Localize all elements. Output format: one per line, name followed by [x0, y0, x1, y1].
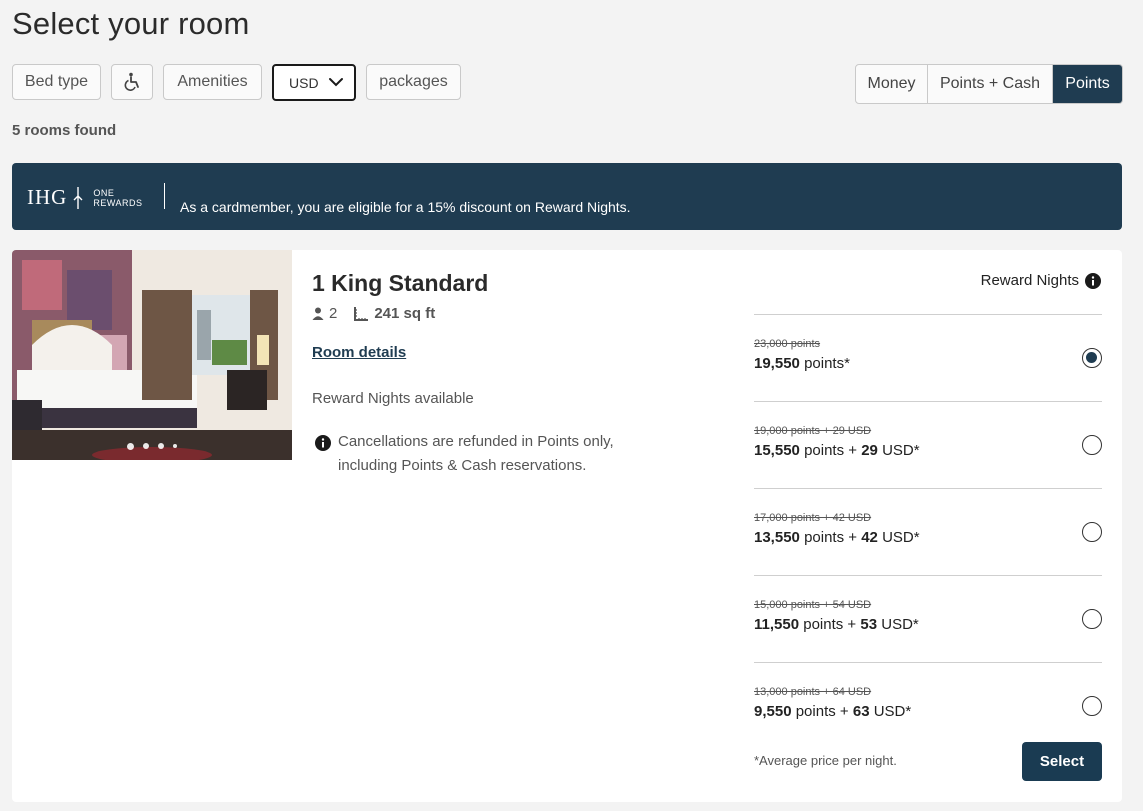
mode-points-cash-button[interactable]: Points + Cash: [928, 65, 1053, 103]
currency-value: USD: [289, 74, 319, 91]
select-button[interactable]: Select: [1022, 742, 1102, 781]
currency-select[interactable]: USD: [272, 64, 356, 101]
rate-radio[interactable]: [1082, 522, 1102, 542]
rate-radio[interactable]: [1082, 348, 1102, 368]
gallery-dots: [12, 443, 292, 450]
discounted-price: 13,550 points + 42 USD*: [754, 529, 920, 546]
availability-text: Reward Nights available: [312, 390, 474, 407]
logo-mark-icon: [73, 186, 83, 209]
amenities-filter[interactable]: Amenities: [163, 64, 262, 100]
room-photo-image: [12, 250, 292, 460]
original-price: 13,000 points + 64 USD: [754, 686, 872, 698]
rate-radio[interactable]: [1082, 696, 1102, 716]
cancellation-note: Cancellations are refunded in Points onl…: [315, 430, 675, 478]
rate-option[interactable]: 15,000 points + 54 USD 11,550 points + 5…: [754, 575, 1102, 662]
rate-radio[interactable]: [1082, 609, 1102, 629]
original-price: 15,000 points + 54 USD: [754, 599, 872, 611]
average-price-note: *Average price per night.: [754, 753, 897, 768]
reward-nights-header: Reward Nights: [981, 272, 1101, 289]
original-price: 19,000 points + 29 USD: [754, 425, 872, 437]
gallery-dot[interactable]: [127, 443, 134, 450]
room-title: 1 King Standard: [312, 270, 489, 296]
info-icon: [315, 435, 331, 451]
amenities-label: Amenities: [177, 73, 248, 90]
room-meta: 2 241 sq ft: [312, 305, 435, 322]
ihg-rewards-logo: IHG ONE REWARDS: [27, 185, 143, 209]
rooms-found-count: 5 rooms found: [12, 122, 117, 139]
room-card: 1 King Standard 2 241 sq ft Room details…: [12, 250, 1122, 802]
person-icon: [312, 307, 324, 320]
discounted-price: 15,550 points + 29 USD*: [754, 442, 920, 459]
rate-option[interactable]: 17,000 points + 42 USD 13,550 points + 4…: [754, 488, 1102, 575]
payment-mode-toggle: Money Points + Cash Points: [855, 64, 1123, 104]
rate-option[interactable]: 13,000 points + 64 USD 9,550 points + 63…: [754, 662, 1102, 749]
original-price: 17,000 points + 42 USD: [754, 512, 872, 524]
bed-type-filter[interactable]: Bed type: [12, 64, 101, 100]
discounted-price: 11,550 points + 53 USD*: [754, 616, 919, 633]
cardmember-banner: IHG ONE REWARDS As a cardmember, you are…: [12, 163, 1122, 230]
gallery-dot[interactable]: [173, 444, 177, 448]
mode-points-button[interactable]: Points: [1053, 65, 1122, 103]
chevron-down-icon: [329, 78, 343, 87]
cancellation-text: Cancellations are refunded in Points onl…: [338, 433, 614, 474]
info-icon[interactable]: [1085, 272, 1101, 289]
room-size: 241 sq ft: [374, 305, 436, 322]
ruler-icon: [354, 307, 369, 321]
rate-option[interactable]: 19,000 points + 29 USD 15,550 points + 2…: [754, 401, 1102, 488]
accessible-filter[interactable]: [111, 64, 153, 100]
packages-filter[interactable]: packages: [366, 64, 461, 100]
room-details-link[interactable]: Room details: [312, 344, 406, 361]
discounted-price: 19,550 points*: [754, 355, 850, 372]
bed-type-label: Bed type: [24, 73, 89, 90]
gallery-dot[interactable]: [158, 443, 164, 449]
original-price: 23,000 points: [754, 338, 821, 350]
discounted-price: 9,550 points + 63 USD*: [754, 703, 912, 720]
room-photo[interactable]: [12, 250, 292, 460]
rate-options: 23,000 points 19,550 points* 19,000 poin…: [754, 314, 1102, 749]
wheelchair-icon: [124, 72, 139, 91]
banner-divider: [164, 183, 165, 209]
page-title: Select your room: [12, 6, 250, 41]
rate-option[interactable]: 23,000 points 19,550 points*: [754, 314, 1102, 401]
banner-message: As a cardmember, you are eligible for a …: [180, 199, 631, 215]
rate-radio[interactable]: [1082, 435, 1102, 455]
mode-money-button[interactable]: Money: [856, 65, 928, 103]
guest-count: 2: [329, 305, 338, 322]
gallery-dot[interactable]: [143, 443, 149, 449]
packages-label: packages: [379, 73, 448, 90]
